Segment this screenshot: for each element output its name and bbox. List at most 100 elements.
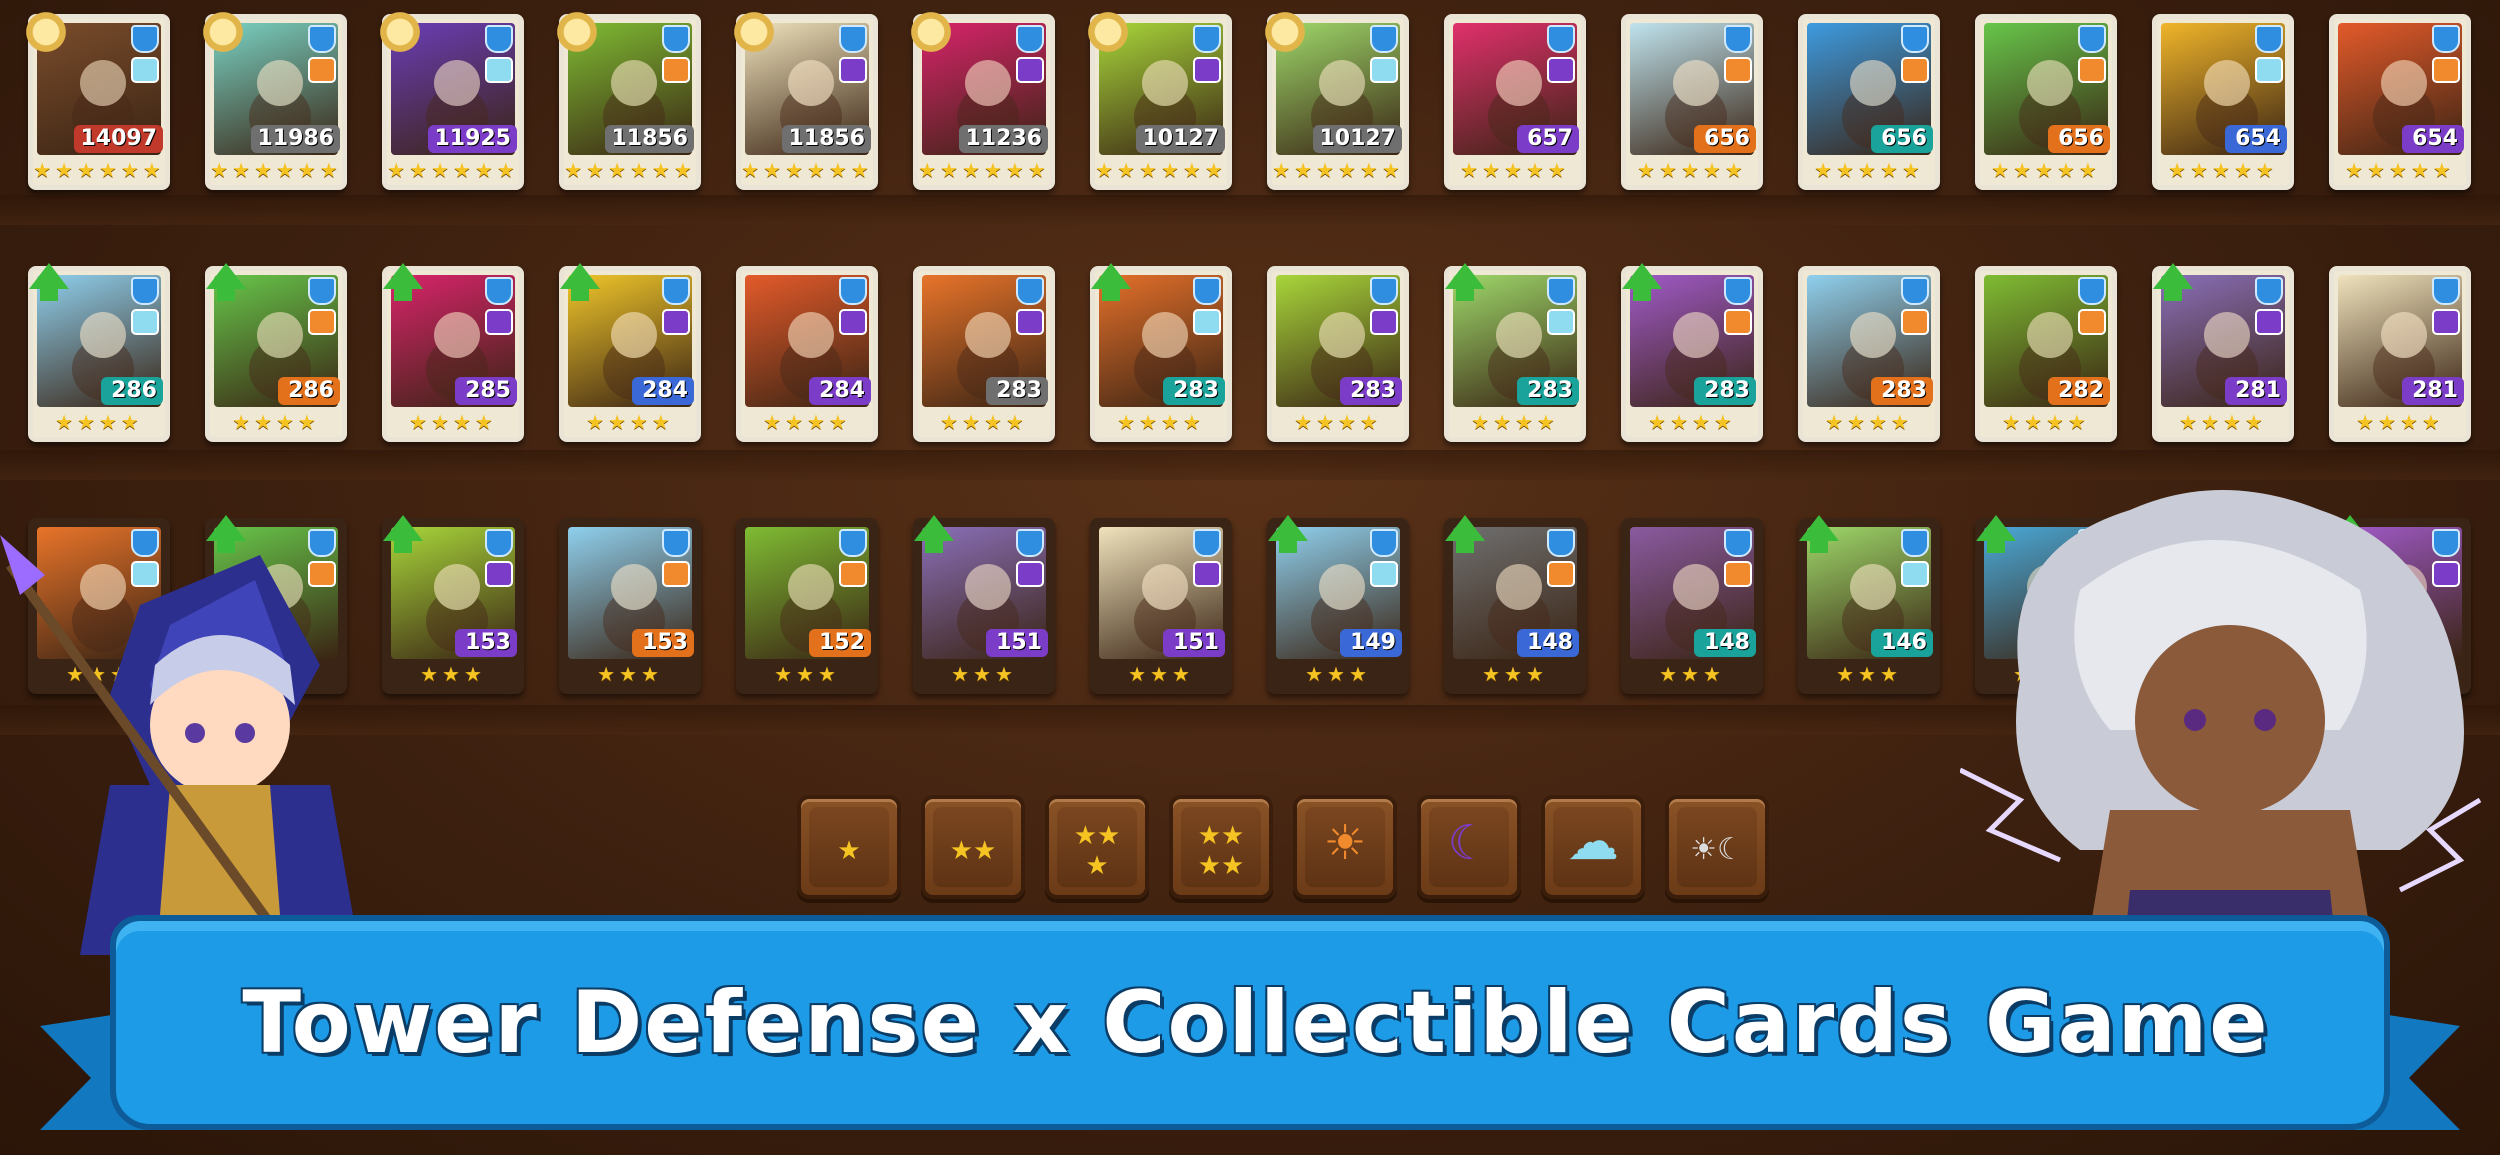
hero-card-stars: ★★★★ — [1471, 410, 1559, 434]
hero-card[interactable]: 285 ★★★★ — [382, 263, 524, 442]
hero-card-stars: ★★★ — [1482, 662, 1548, 686]
shield-icon — [1370, 277, 1398, 305]
hero-card[interactable]: 656 ★★★★★ — [1975, 14, 2117, 190]
hero-card[interactable]: 281 ★★★★ — [2152, 263, 2294, 442]
hero-card-level: 283 — [1517, 377, 1579, 405]
hero-card[interactable]: 146 ★★★ — [1798, 515, 1940, 694]
hero-card[interactable]: 283 ★★★★ — [1090, 263, 1232, 442]
hero-card[interactable]: 654 ★★★★★ — [2152, 14, 2294, 190]
hero-card-level: 153 — [632, 629, 694, 657]
hero-card[interactable]: 151 ★★★ — [913, 515, 1055, 694]
hero-card[interactable]: 281 ★★★★ — [2329, 266, 2471, 442]
shield-icon — [485, 25, 513, 53]
hero-card[interactable]: 654 ★★★★★ — [2329, 14, 2471, 190]
hero-card-level: 656 — [1871, 125, 1933, 153]
hero-card[interactable]: 11856 ★★★★★★ — [554, 9, 701, 190]
storm-goddess-character — [1960, 490, 2482, 990]
filter-sun-element-button[interactable]: ☀ — [1293, 795, 1397, 899]
hero-card-stars: ★★★★★ — [1814, 158, 1924, 182]
hero-card[interactable]: 148 ★★★ — [1621, 518, 1763, 694]
hero-card[interactable]: 286 ★★★★ — [28, 263, 170, 442]
hero-card-level: 11925 — [428, 125, 517, 153]
element-icon — [1724, 57, 1752, 83]
hero-card[interactable]: 11856 ★★★★★★ — [731, 9, 878, 190]
hero-card[interactable]: 10127 ★★★★★★ — [1262, 9, 1409, 190]
hero-card-stars: ★★★★ — [2179, 410, 2267, 434]
filter-4-star-button[interactable]: ★★ ★★ — [1169, 795, 1273, 899]
hero-card[interactable]: 283 ★★★★ — [1621, 263, 1763, 442]
shield-icon — [662, 25, 690, 53]
shield-icon — [2432, 277, 2460, 305]
element-icon — [1016, 309, 1044, 335]
filter-2-star-button[interactable]: ★★ — [921, 795, 1025, 899]
upgrade-arrow-icon — [1622, 263, 1662, 301]
hero-card[interactable]: 282 ★★★★ — [1975, 266, 2117, 442]
hero-card[interactable]: 656 ★★★★★ — [1798, 14, 1940, 190]
hero-card[interactable]: 149 ★★★ — [1267, 515, 1409, 694]
shield-icon — [662, 529, 690, 557]
shield-icon — [1724, 25, 1752, 53]
hero-card[interactable]: 148 ★★★ — [1444, 515, 1586, 694]
element-icon — [2432, 57, 2460, 83]
hero-card[interactable]: 656 ★★★★★ — [1621, 14, 1763, 190]
filter-mixed-element-button[interactable]: ☀☾ — [1665, 795, 1769, 899]
filter-1-star-button[interactable]: ★ — [797, 795, 901, 899]
element-icon — [2255, 57, 2283, 83]
shield-icon — [308, 277, 336, 305]
hero-card[interactable]: 283 ★★★★ — [1267, 266, 1409, 442]
filter-cloud-element-button[interactable]: ☁ — [1541, 795, 1645, 899]
hero-card-stars: ★★★ — [597, 662, 663, 686]
sun-medal-icon — [1085, 9, 1131, 55]
hero-card-stars: ★★★ — [1836, 662, 1902, 686]
hero-card[interactable]: 152 ★★★ — [736, 518, 878, 694]
filter-3-star-button[interactable]: ★★ ★ — [1045, 795, 1149, 899]
element-icon — [1016, 57, 1044, 83]
filter-moon-element-button[interactable]: ☾ — [1417, 795, 1521, 899]
hero-card-level: 11856 — [605, 125, 694, 153]
element-icon — [839, 561, 867, 587]
sun-medal-icon — [1262, 9, 1308, 55]
element-icon — [1901, 561, 1929, 587]
hero-card[interactable]: 153 ★★★ — [559, 518, 701, 694]
hero-card[interactable]: 284 ★★★★ — [559, 263, 701, 442]
hero-card[interactable]: 11236 ★★★★★★ — [908, 9, 1055, 190]
hero-card[interactable]: 151 ★★★ — [1090, 518, 1232, 694]
hero-card-level: 284 — [809, 377, 871, 405]
upgrade-arrow-icon — [1445, 263, 1485, 301]
hero-card[interactable]: 11925 ★★★★★★ — [377, 9, 524, 190]
element-icon — [1370, 309, 1398, 335]
hero-card[interactable]: 283 ★★★★ — [913, 266, 1055, 442]
upgrade-arrow-icon — [29, 263, 69, 301]
filter-glyph-icon: ☁ — [1567, 812, 1619, 872]
hero-card[interactable]: 10127 ★★★★★★ — [1085, 9, 1232, 190]
shield-icon — [1016, 25, 1044, 53]
hero-card-stars: ★★★ — [1305, 662, 1371, 686]
hero-card-level: 146 — [1871, 629, 1933, 657]
shield-icon — [131, 25, 159, 53]
element-icon — [1547, 561, 1575, 587]
hero-card-stars: ★★★ — [951, 662, 1017, 686]
element-icon — [131, 57, 159, 83]
shield-icon — [1547, 277, 1575, 305]
upgrade-arrow-icon — [206, 263, 246, 301]
hero-card[interactable]: 283 ★★★★ — [1798, 266, 1940, 442]
shield-icon — [1901, 277, 1929, 305]
hero-card-level: 283 — [1871, 377, 1933, 405]
upgrade-arrow-icon — [383, 263, 423, 301]
hero-card-stars: ★★★ — [1659, 662, 1725, 686]
element-icon — [308, 57, 336, 83]
hero-card-stars: ★★★★★★ — [210, 158, 342, 182]
element-icon — [2432, 309, 2460, 335]
hero-card-stars: ★★★★★★ — [918, 158, 1050, 182]
hero-card-stars: ★★★★ — [2002, 410, 2090, 434]
hero-card[interactable]: 657 ★★★★★ — [1444, 14, 1586, 190]
element-icon — [839, 57, 867, 83]
hero-card[interactable]: 14097 ★★★★★★ — [23, 9, 170, 190]
upgrade-arrow-icon — [914, 515, 954, 553]
hero-card[interactable]: 286 ★★★★ — [205, 263, 347, 442]
hero-card-level: 283 — [1163, 377, 1225, 405]
hero-card[interactable]: 11986 ★★★★★★ — [200, 9, 347, 190]
hero-card-level: 283 — [986, 377, 1048, 405]
hero-card[interactable]: 283 ★★★★ — [1444, 263, 1586, 442]
hero-card[interactable]: 284 ★★★★ — [736, 266, 878, 442]
